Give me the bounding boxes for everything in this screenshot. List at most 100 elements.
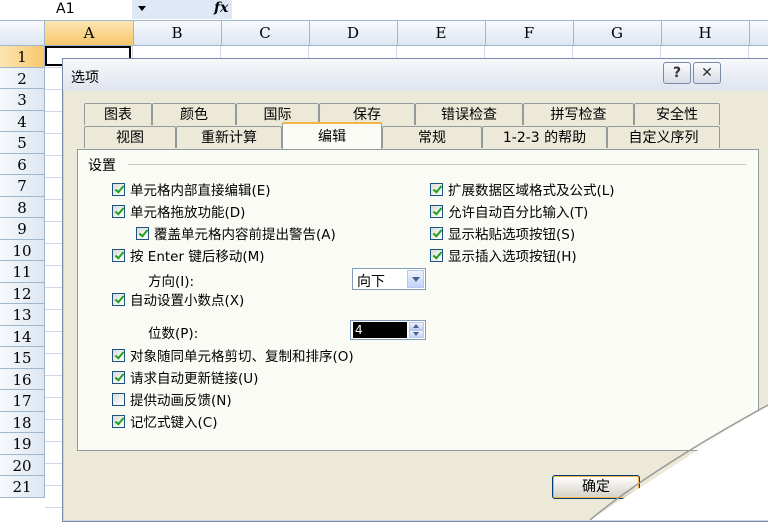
option-left_options-6[interactable]: 对象随同单元格剪切、复制和排序(O) (112, 346, 354, 365)
row-header-9[interactable]: 9 (0, 218, 44, 240)
dialog-title: 选项 (71, 70, 99, 86)
spin-down-icon[interactable] (409, 330, 424, 338)
chevron-down-icon[interactable] (138, 6, 146, 11)
row-header-7[interactable]: 7 (0, 175, 44, 197)
close-button[interactable]: ✕ (693, 62, 721, 84)
help-icon: ? (672, 65, 682, 81)
option-label: 扩展数据区域格式及公式(L) (448, 183, 615, 199)
column-header-a[interactable]: A (45, 21, 134, 45)
row-header-19[interactable]: 19 (0, 433, 44, 455)
checkbox[interactable] (112, 370, 125, 384)
checkbox[interactable] (112, 248, 125, 262)
name-box[interactable]: A1 (0, 0, 133, 19)
help-button[interactable]: ? (663, 62, 691, 84)
row-header-17[interactable]: 17 (0, 390, 44, 412)
option-label: 记忆式键入(C) (130, 415, 218, 431)
column-headers: ABCDEFGH (0, 21, 768, 46)
row-header-2[interactable]: 2 (0, 68, 44, 89)
direction-select[interactable]: 向下 (352, 268, 426, 290)
option-left_options-1[interactable]: 单元格内部直接编辑(E) (112, 180, 271, 199)
option-left_options-9[interactable]: 记忆式键入(C) (112, 412, 218, 431)
select-all-corner[interactable] (0, 21, 45, 45)
option-label: 显示粘贴选项按钮(S) (448, 227, 576, 243)
places-value[interactable]: 4 (353, 322, 407, 338)
name-box-dropdown[interactable]: fx (132, 0, 232, 19)
tab-1-tabs_row2[interactable]: 视图 (84, 126, 176, 148)
option-left_options-3[interactable]: 覆盖单元格内容前提出警告(A) (136, 224, 336, 243)
checkbox[interactable] (112, 182, 125, 196)
tab-2-tabs_row2[interactable]: 重新计算 (176, 126, 282, 148)
tab-2-tabs_row1[interactable]: 颜色 (152, 103, 236, 125)
option-left_options-7[interactable]: 请求自动更新链接(U) (112, 368, 259, 387)
options-dialog: 选项 ? ✕ 图表 颜色 国际 保存 错误检查 拼写检查 安全性 视图 重新计算 编辑 常规 1-2… (62, 58, 768, 522)
row-header-1[interactable]: 1 (0, 46, 44, 68)
row-header-20[interactable]: 20 (0, 455, 44, 476)
option-left_options-8[interactable]: 提供动画反馈(N) (112, 390, 232, 409)
row-header-8[interactable]: 8 (0, 197, 44, 218)
row-header-11[interactable]: 11 (0, 261, 44, 283)
option-label: 覆盖单元格内容前提出警告(A) (154, 227, 336, 243)
option-label: 自动设置小数点(X) (130, 293, 245, 309)
option-left_options-2[interactable]: 单元格拖放功能(D) (112, 202, 245, 221)
option-left_options-4[interactable]: 按 Enter 键后移动(M) (112, 246, 265, 265)
column-header-g[interactable]: G (573, 21, 662, 45)
tab-5-tabs_row1[interactable]: 错误检查 (415, 103, 523, 125)
tab-1-tabs_row1[interactable]: 图表 (84, 103, 152, 125)
checkbox[interactable] (112, 392, 125, 406)
column-header-f[interactable]: F (485, 21, 574, 45)
row-header-18[interactable]: 18 (0, 412, 44, 433)
checkbox[interactable] (112, 348, 125, 362)
checkbox[interactable] (430, 204, 443, 218)
option-right_options-2[interactable]: 允许自动百分比输入(T) (430, 202, 589, 221)
row-header-14[interactable]: 14 (0, 326, 44, 347)
option-right_options-1[interactable]: 扩展数据区域格式及公式(L) (430, 180, 615, 199)
ok-button[interactable]: 确定 (552, 475, 640, 499)
spin-up-icon[interactable] (409, 322, 424, 330)
tab-3-tabs_row2[interactable]: 编辑 (282, 122, 382, 149)
function-icon[interactable]: fx (214, 0, 228, 16)
option-label: 允许自动百分比输入(T) (448, 205, 589, 221)
row-header-13[interactable]: 13 (0, 304, 44, 326)
option-right_options-3[interactable]: 显示粘贴选项按钮(S) (430, 224, 576, 243)
column-header-e[interactable]: E (397, 21, 486, 45)
tab-6-tabs_row1[interactable]: 拼写检查 (523, 103, 634, 125)
row-header-16[interactable]: 16 (0, 369, 44, 390)
checkbox[interactable] (112, 292, 125, 306)
row-header-15[interactable]: 15 (0, 347, 44, 369)
row-header-10[interactable]: 10 (0, 240, 44, 261)
tab-panel-edit: 设置 单元格内部直接编辑(E) 单元格拖放功能(D) 覆盖单元格内容前提出警告(A)… (77, 149, 759, 451)
column-header-b[interactable]: B (133, 21, 222, 45)
row-header-21[interactable]: 21 (0, 476, 44, 498)
row-header-6[interactable]: 6 (0, 154, 44, 175)
checkbox[interactable] (430, 182, 443, 196)
column-header-d[interactable]: D (309, 21, 398, 45)
dialog-title-bar[interactable]: 选项 ? ✕ (63, 59, 768, 91)
option-left_options-5[interactable]: 自动设置小数点(X) (112, 290, 245, 309)
row-header-4[interactable]: 4 (0, 111, 44, 132)
row-header-12[interactable]: 12 (0, 283, 44, 304)
chevron-down-icon[interactable] (407, 270, 424, 288)
close-icon: ✕ (701, 65, 713, 81)
checkbox[interactable] (112, 204, 125, 218)
column-header-c[interactable]: C (221, 21, 310, 45)
name-box-value: A1 (56, 1, 75, 17)
tab-7-tabs_row1[interactable]: 安全性 (634, 103, 720, 125)
tab-6-tabs_row2[interactable]: 自定义序列 (607, 126, 720, 148)
places-label: 位数(P): (148, 326, 199, 342)
direction-value: 向下 (357, 274, 385, 290)
row-header-3[interactable]: 3 (0, 89, 44, 111)
tab-5-tabs_row2[interactable]: 1-2-3 的帮助 (482, 126, 607, 148)
direction-label: 方向(I): (148, 274, 195, 290)
checkbox[interactable] (136, 226, 149, 240)
checkbox[interactable] (430, 248, 443, 262)
checkbox[interactable] (430, 226, 443, 240)
option-label: 显示插入选项按钮(H) (448, 249, 577, 265)
tab-4-tabs_row2[interactable]: 常规 (382, 126, 482, 148)
option-right_options-4[interactable]: 显示插入选项按钮(H) (430, 246, 577, 265)
row-headers: 1 2 3 4 5 6 7 8 9 10 11 12 13 14 15 16 17 18 19 20 21 (0, 46, 45, 498)
checkbox[interactable] (112, 414, 125, 428)
row-header-5[interactable]: 5 (0, 132, 44, 154)
option-label: 请求自动更新链接(U) (130, 371, 259, 387)
column-header-h[interactable]: H (661, 21, 750, 45)
places-spinner[interactable]: 4 (350, 320, 426, 340)
